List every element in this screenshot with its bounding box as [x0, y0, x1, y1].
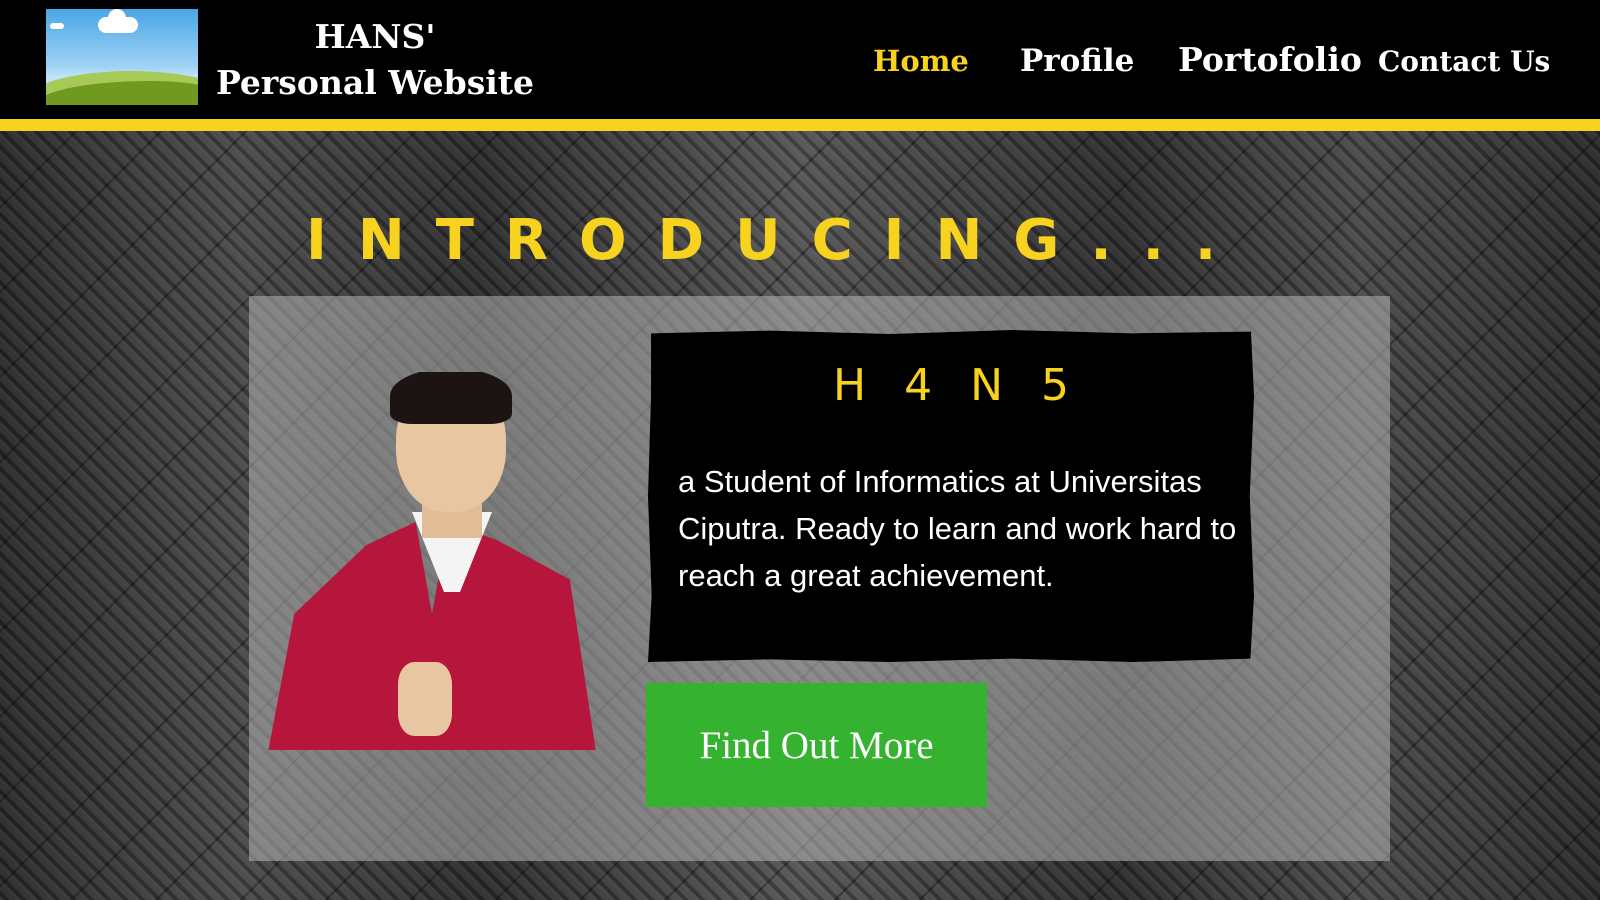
find-out-more-button[interactable]: Find Out More	[646, 683, 987, 807]
site-title-line2: Personal Website	[215, 63, 535, 102]
card-description: a Student of Informatics at Universitas …	[678, 464, 1237, 593]
nav-portfolio-link[interactable]: Portofolio	[1178, 40, 1362, 79]
header-divider	[0, 119, 1600, 131]
nav-profile-link[interactable]: Profile	[1020, 43, 1134, 79]
intro-card: H4N5 a Student of Informatics at Univers…	[648, 330, 1254, 662]
site-logo-icon[interactable]	[46, 9, 198, 105]
nav-home-link[interactable]: Home	[873, 44, 969, 78]
intro-heading: INTRODUCING...	[306, 208, 1248, 273]
site-header: HANS' Personal Website Home Profile Port…	[0, 0, 1600, 120]
site-title-line1: HANS'	[314, 17, 436, 56]
nav-contact-link[interactable]: Contact Us	[1378, 45, 1550, 78]
card-title: H4N5	[833, 360, 1107, 411]
hair-shape	[390, 372, 512, 424]
cloud-shape	[50, 23, 64, 29]
thumbs-up-hand	[398, 662, 452, 736]
cloud-shape	[98, 9, 138, 33]
profile-photo	[268, 372, 596, 750]
site-title: HANS' Personal Website	[210, 14, 540, 106]
